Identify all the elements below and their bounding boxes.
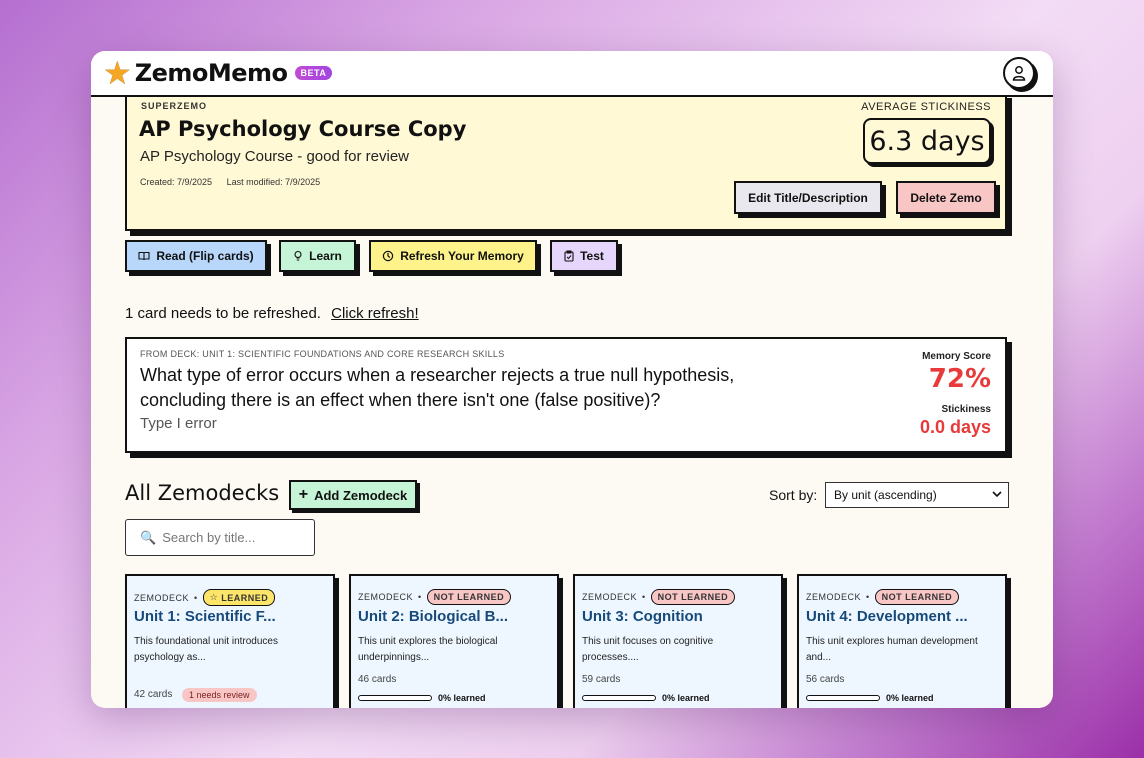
- created-date: Created: 7/9/2025: [140, 177, 213, 187]
- memory-score-value: 72%: [928, 364, 991, 394]
- zemodeck-card-unit-3[interactable]: ZEMODECK • NOT LEARNED Unit 3: Cognition…: [573, 574, 783, 708]
- refresh-memory-button[interactable]: Refresh Your Memory: [369, 240, 537, 272]
- deck-card-count: 42 cards: [134, 689, 173, 700]
- zemo-type-label: SUPERZEMO: [141, 101, 208, 111]
- not-learned-badge: NOT LEARNED: [426, 589, 512, 605]
- refresh-notice: 1 card needs to be refreshed. Click refr…: [125, 305, 419, 322]
- deck-title: Unit 3: Cognition: [582, 608, 703, 625]
- search-input[interactable]: 🔍 Search by title...: [125, 519, 315, 556]
- status-text: LEARNED: [221, 592, 269, 603]
- search-icon: 🔍: [140, 529, 157, 545]
- sort-value: By unit (ascending): [834, 488, 937, 502]
- learned-progress-bar: [806, 695, 880, 701]
- brain-refresh-icon: [383, 250, 394, 262]
- zemo-title: AP Psychology Course Copy: [139, 117, 467, 141]
- learned-progress-bar: [582, 695, 656, 701]
- app-name: ZemoMemo: [134, 59, 288, 87]
- user-avatar-button[interactable]: [1003, 57, 1035, 89]
- memory-score-label: Memory Score: [922, 351, 991, 362]
- not-learned-badge: NOT LEARNED: [650, 589, 736, 605]
- plus-icon: +: [298, 486, 309, 503]
- deck-type-label: ZEMODECK • NOT LEARNED: [582, 589, 736, 605]
- refresh-message: 1 card needs to be refreshed.: [125, 305, 321, 322]
- beta-badge: BETA: [294, 66, 333, 80]
- add-zemodeck-button[interactable]: + Add Zemodeck: [289, 480, 417, 510]
- deck-type: ZEMODECK: [358, 592, 414, 602]
- learn-button[interactable]: Learn: [279, 240, 356, 272]
- progress-text: 0% learned: [662, 693, 710, 703]
- lightbulb-icon: [294, 250, 302, 261]
- sort-label: Sort by:: [769, 487, 818, 503]
- review-card-answer: Type I error: [140, 415, 217, 432]
- main-content: SUPERZEMO AP Psychology Course Copy AP P…: [91, 97, 1053, 708]
- read-flip-cards-button[interactable]: Read (Flip cards): [125, 240, 267, 272]
- click-refresh-link[interactable]: Click refresh!: [331, 305, 419, 322]
- zemodeck-card-unit-4[interactable]: ZEMODECK • NOT LEARNED Unit 4: Developme…: [797, 574, 1007, 708]
- search-placeholder: Search by title...: [162, 530, 256, 545]
- deck-description: This unit explores the biological underp…: [358, 636, 498, 663]
- separator-dot: •: [418, 592, 422, 602]
- learn-label: Learn: [309, 249, 342, 263]
- deck-title: Unit 2: Biological B...: [358, 608, 509, 625]
- book-icon: [138, 251, 150, 261]
- card-stickiness-value: 0.0 days: [919, 417, 991, 437]
- refresh-label: Refresh Your Memory: [400, 249, 524, 263]
- sort-select[interactable]: By unit (ascending): [825, 482, 1009, 508]
- deck-card-count: 46 cards: [358, 674, 397, 685]
- needs-review-badge: 1 needs review: [182, 688, 257, 702]
- separator-dot: •: [642, 592, 646, 602]
- deck-type-label: ZEMODECK • NOT LEARNED: [358, 589, 512, 605]
- test-button[interactable]: Test: [550, 240, 618, 272]
- review-card-deck: FROM DECK: UNIT 1: SCIENTIFIC FOUNDATION…: [140, 349, 505, 359]
- learned-badge: ☆ LEARNED: [202, 589, 276, 606]
- deck-description: This foundational unit introduces psycho…: [134, 636, 278, 663]
- deck-card-count: 59 cards: [582, 674, 621, 685]
- learned-progress-bar: [358, 695, 432, 701]
- deck-card-count: 56 cards: [806, 674, 845, 685]
- zemo-header-card: SUPERZEMO AP Psychology Course Copy AP P…: [125, 97, 1007, 231]
- edit-title-button[interactable]: Edit Title/Description: [734, 181, 882, 214]
- all-zemodecks-heading: All Zemodecks: [125, 481, 280, 505]
- deck-type: ZEMODECK: [134, 592, 190, 603]
- delete-zemo-button[interactable]: Delete Zemo: [896, 181, 996, 214]
- deck-type: ZEMODECK: [806, 592, 862, 602]
- average-stickiness-label: AVERAGE STICKINESS: [861, 101, 991, 113]
- separator-dot: •: [866, 592, 870, 602]
- clipboard-icon: [564, 250, 574, 262]
- deck-type-label: ZEMODECK • NOT LEARNED: [806, 589, 960, 605]
- zemo-dates: Created: 7/9/2025 Last modified: 7/9/202…: [140, 177, 332, 187]
- review-card-question: What type of error occurs when a researc…: [140, 365, 735, 410]
- zemodeck-card-unit-1[interactable]: ZEMODECK • ☆ LEARNED Unit 1: Scientific …: [125, 574, 335, 708]
- deck-type: ZEMODECK: [582, 592, 638, 602]
- zemo-description: AP Psychology Course - good for review: [140, 148, 410, 165]
- deck-description: This unit explores human development and…: [806, 636, 978, 663]
- modified-date: Last modified: 7/9/2025: [226, 177, 321, 187]
- chevron-down-icon: [992, 491, 1002, 498]
- separator-dot: •: [194, 592, 198, 603]
- top-bar: ★ ZemoMemo BETA: [91, 51, 1053, 97]
- average-stickiness-value: 6.3 days: [863, 118, 991, 164]
- progress-text: 0% learned: [438, 693, 486, 703]
- card-stickiness-label: Stickiness: [941, 404, 991, 415]
- not-learned-badge: NOT LEARNED: [874, 589, 960, 605]
- zemodeck-card-unit-2[interactable]: ZEMODECK • NOT LEARNED Unit 2: Biologica…: [349, 574, 559, 708]
- star-icon: ☆: [209, 592, 219, 602]
- deck-description: This unit focuses on cognitive processes…: [582, 636, 714, 663]
- test-label: Test: [580, 249, 604, 263]
- app-window: ★ ZemoMemo BETA SUPERZEMO AP Psychology …: [91, 51, 1053, 708]
- deck-title: Unit 4: Development ...: [806, 608, 968, 625]
- read-label: Read (Flip cards): [156, 249, 254, 263]
- review-card[interactable]: FROM DECK: UNIT 1: SCIENTIFIC FOUNDATION…: [125, 337, 1007, 453]
- add-zemodeck-label: Add Zemodeck: [314, 487, 408, 503]
- deck-type-label: ZEMODECK • ☆ LEARNED: [134, 589, 276, 606]
- deck-title: Unit 1: Scientific F...: [134, 608, 276, 625]
- star-logo-icon: ★: [103, 55, 132, 91]
- user-icon: [1012, 66, 1026, 81]
- progress-text: 0% learned: [886, 693, 934, 703]
